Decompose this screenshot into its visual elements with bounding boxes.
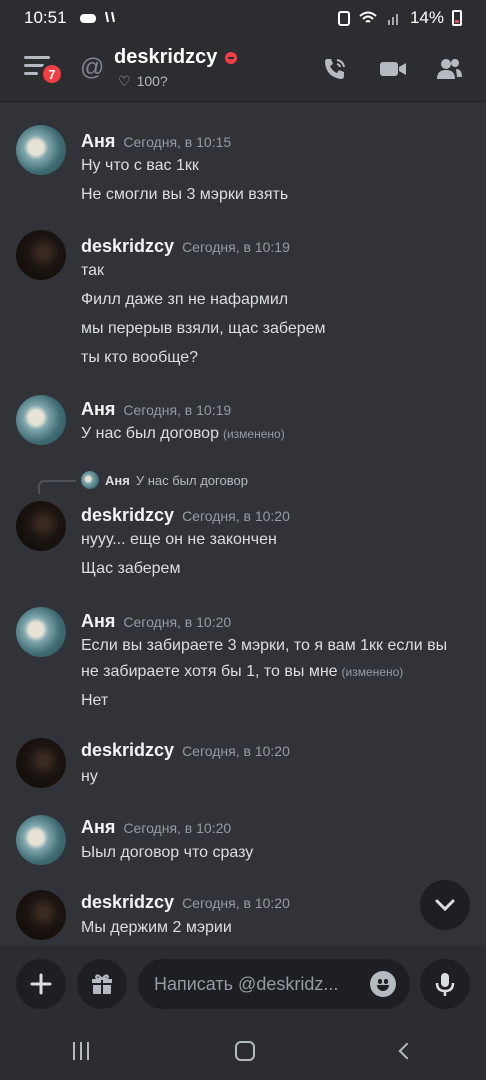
message-text: Ыыл договор что сразу [81, 844, 254, 861]
video-icon[interactable] [378, 54, 408, 84]
message-author[interactable]: Аня Сегодня, в 10:20 [81, 611, 231, 632]
reply-connector [38, 480, 76, 494]
at-icon: @ [80, 54, 105, 81]
message-author[interactable]: deskridzcy Сегодня, в 10:20 [81, 505, 290, 526]
dnd-status-icon [225, 51, 238, 64]
message-input-placeholder: Написать @deskridz... [154, 973, 339, 994]
message-author[interactable]: deskridzcy Сегодня, в 10:20 [81, 892, 290, 913]
avatar[interactable] [16, 395, 66, 445]
message-composer: Написать @deskridz... [0, 946, 486, 1022]
avatar[interactable] [16, 607, 66, 657]
reply-snippet: У нас был договор [135, 472, 248, 488]
clock: 10:51 [24, 8, 67, 27]
battery-saver-icon [337, 11, 350, 26]
gift-icon [92, 974, 112, 994]
channel-title[interactable]: deskridzcy [114, 46, 238, 69]
chevron-down-icon [435, 899, 455, 912]
system-navigation-bar [0, 1022, 486, 1080]
message-body: У нас был договор [81, 425, 219, 442]
avatar[interactable] [16, 501, 66, 551]
message-author[interactable]: deskridzcy Сегодня, в 10:20 [81, 740, 290, 761]
message-text: Если вы забираете 3 мэрки, то я вам 1кк … [81, 637, 448, 654]
timestamp: Сегодня, в 10:15 [123, 134, 232, 150]
recent-apps-button[interactable] [73, 1042, 89, 1060]
notification-icon [104, 11, 115, 23]
signal-icon [387, 14, 398, 25]
message-list[interactable]: Аня Сегодня, в 10:15 Ну что с вас 1кк Не … [0, 103, 486, 946]
message-text: У нас был договор (изменено) [81, 425, 285, 443]
message-text: Мы держим 2 мэрии [81, 919, 232, 936]
message-author[interactable]: Аня Сегодня, в 10:15 [81, 131, 231, 152]
message-author[interactable]: Аня Сегодня, в 10:20 [81, 817, 231, 838]
scroll-to-bottom-button[interactable] [420, 880, 470, 930]
message-body: не забираете хотя бы 1, то вы мне [81, 663, 338, 680]
call-icon[interactable] [320, 54, 350, 84]
message-text: мы перерыв взяли, щас заберем [81, 320, 326, 337]
message-text: ты кто вообще? [81, 349, 199, 366]
system-indicators: 14% [337, 8, 462, 28]
edited-label: (изменено) [341, 665, 404, 679]
timestamp: Сегодня, в 10:19 [123, 402, 232, 418]
reply-author: Аня [105, 472, 130, 488]
timestamp: Сегодня, в 10:20 [182, 743, 290, 759]
wifi-icon [359, 11, 377, 23]
message-text: Нет [81, 692, 109, 709]
emoji-icon[interactable] [370, 971, 396, 997]
timestamp: Сегодня, в 10:20 [182, 508, 290, 524]
add-attachment-button[interactable] [16, 959, 66, 1009]
author-name: deskridzcy [81, 892, 175, 912]
message-text: нууу... еще он не закончен [81, 531, 277, 548]
message-input[interactable]: Написать @deskridz... [138, 959, 410, 1009]
heart-icon: ♡ [118, 73, 131, 89]
message-text: не забираете хотя бы 1, то вы мне (измене… [81, 663, 403, 681]
author-name: Аня [81, 399, 116, 419]
battery-percent: 14% [409, 8, 444, 27]
author-name: Аня [81, 817, 116, 837]
unread-badge: 7 [40, 62, 64, 86]
message-text: Ну что с вас 1кк [81, 157, 199, 174]
message-text: Филл даже зп не нафармил [81, 291, 289, 308]
dm-username: deskridzcy [114, 46, 218, 68]
message-author[interactable]: deskridzcy Сегодня, в 10:19 [81, 236, 290, 257]
battery-icon [452, 10, 462, 26]
edited-label: (изменено) [222, 427, 285, 441]
avatar[interactable] [16, 230, 66, 280]
message-text: так [81, 262, 105, 279]
author-name: deskridzcy [81, 505, 175, 525]
timestamp: Сегодня, в 10:20 [182, 895, 290, 911]
message-author[interactable]: Аня Сегодня, в 10:19 [81, 399, 231, 420]
avatar[interactable] [16, 890, 66, 940]
author-name: Аня [81, 611, 116, 631]
avatar[interactable] [16, 125, 66, 175]
game-controller-icon [79, 14, 96, 23]
timestamp: Сегодня, в 10:20 [123, 820, 232, 836]
gift-button[interactable] [77, 959, 127, 1009]
custom-status: ♡ 100? [118, 73, 168, 90]
avatar[interactable] [16, 815, 66, 865]
author-name: deskridzcy [81, 740, 175, 760]
author-name: Аня [81, 131, 116, 151]
timestamp: Сегодня, в 10:19 [182, 239, 290, 255]
status-bar: 10:51 14% [0, 0, 486, 36]
home-button[interactable] [235, 1041, 255, 1061]
back-button[interactable] [398, 1042, 416, 1060]
message-text: ну [81, 768, 98, 785]
custom-status-text: 100? [136, 73, 168, 89]
members-icon[interactable] [434, 54, 464, 84]
message-text: Щас заберем [81, 560, 181, 577]
avatar[interactable] [16, 738, 66, 788]
message-text: Не смогли вы 3 мэрки взять [81, 186, 289, 203]
author-name: deskridzcy [81, 236, 175, 256]
microphone-icon [435, 973, 455, 996]
notification-icons [79, 10, 117, 26]
plus-icon [30, 973, 52, 995]
channel-header: @ deskridzcy ♡ 100? [0, 36, 486, 102]
timestamp: Сегодня, в 10:20 [123, 614, 232, 630]
reply-reference[interactable]: Аня У нас был договор [81, 471, 248, 489]
voice-message-button[interactable] [420, 959, 470, 1009]
reply-avatar [81, 471, 99, 489]
